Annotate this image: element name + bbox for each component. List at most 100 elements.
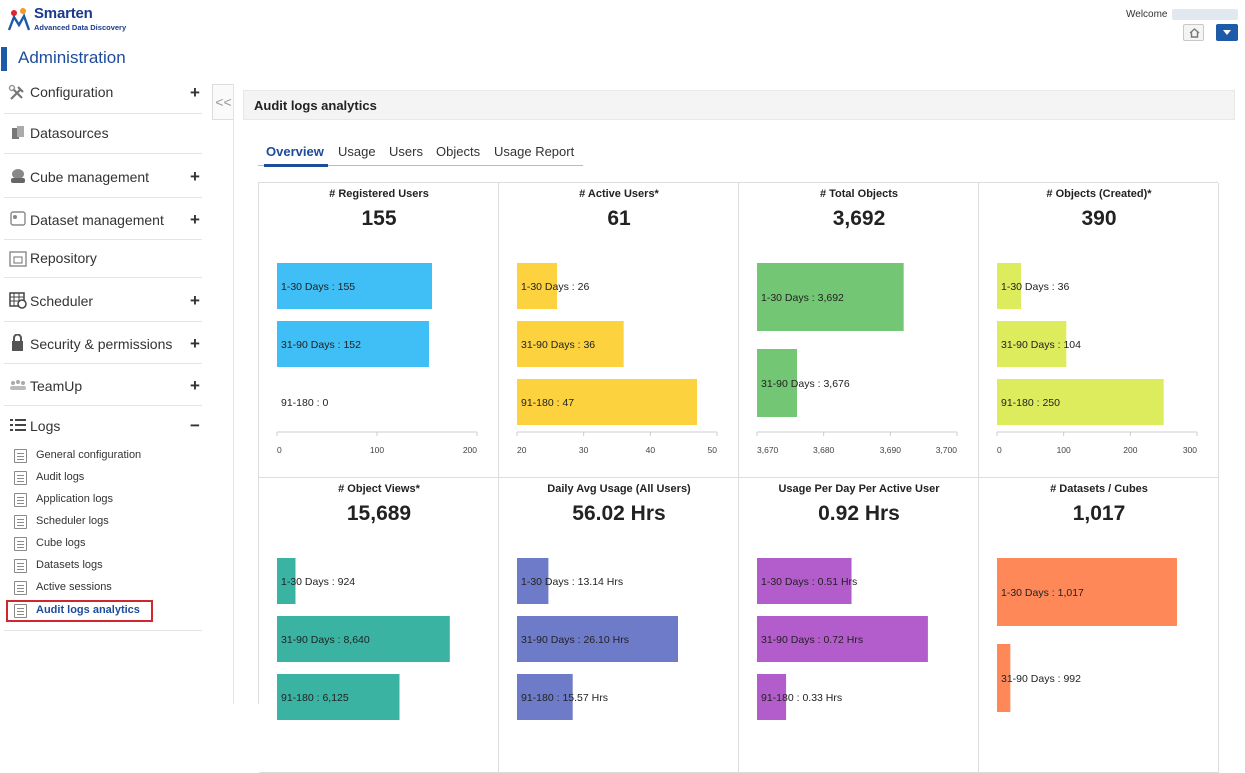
kpi-bar-chart: 1-30 Days : 36 31-90 Days : 104 91-180 : 2… [996, 263, 1198, 455]
collapse-icon[interactable]: − [190, 416, 200, 436]
home-button[interactable] [1183, 24, 1204, 41]
admin-accent-bar [1, 47, 7, 71]
log-item-cube-logs[interactable]: Cube logs [10, 534, 200, 554]
log-item-label: Scheduler logs [36, 515, 109, 527]
sidebar-item-datasources[interactable]: Datasources [4, 114, 202, 154]
page-title: Administration [18, 48, 126, 67]
sidebar-item-dataset-management[interactable]: Dataset management + [4, 198, 202, 240]
welcome-text: Welcome [1126, 9, 1168, 20]
tab-usage-report[interactable]: Usage Report [494, 144, 574, 159]
tab-overview[interactable]: Overview [264, 144, 328, 167]
sidebar-item-security-permissions[interactable]: Security & permissions + [4, 322, 202, 364]
dropdown-icon [1223, 30, 1231, 35]
sidebar-item-label: TeamUp [30, 378, 83, 394]
tools-icon [8, 84, 24, 100]
tab-users[interactable]: Users [389, 144, 423, 159]
document-icon [14, 537, 27, 551]
kpi-bar-chart: 1-30 Days : 13.14 Hrs 31-90 Days : 26.10 … [517, 558, 678, 720]
dataset-icon [10, 211, 26, 226]
kpi-bar-chart: 1-30 Days : 0.51 Hrs 31-90 Days : 0.72 Hr… [757, 558, 928, 720]
expand-icon[interactable]: + [190, 376, 200, 396]
sidebar-divider [4, 630, 202, 631]
home-icon [1189, 28, 1200, 38]
bar-label: 91-180 : 0 [281, 397, 328, 409]
list-icon [10, 419, 26, 431]
expand-icon[interactable]: + [190, 83, 200, 103]
sidebar-item-scheduler[interactable]: Scheduler + [4, 278, 202, 322]
kpi-card: # Total Objects 3,692 1-30 Days : 3,692 31-… [739, 183, 979, 478]
logo-icon [7, 8, 31, 31]
kpi-card: Daily Avg Usage (All Users) 56.02 Hrs 1-30… [499, 478, 739, 773]
document-icon [14, 559, 27, 573]
tick-label: 100 [370, 445, 384, 455]
sidebar-item-label: Security & permissions [30, 336, 173, 352]
log-item-label: Application logs [36, 493, 114, 505]
top-bar: Smarten Advanced Data Discovery Welcome [0, 0, 1245, 42]
bar-label: 1-30 Days : 3,692 [761, 292, 844, 304]
log-item-audit-logs-analytics[interactable]: Audit logs analytics [6, 600, 153, 622]
log-item-application-logs[interactable]: Application logs [10, 490, 200, 510]
document-icon [14, 604, 27, 618]
lock-icon [12, 334, 23, 351]
bar-label: 1-30 Days : 924 [281, 576, 355, 588]
bar-label: 31-90 Days : 104 [1001, 339, 1081, 351]
log-item-label: Audit logs analytics [36, 604, 140, 616]
sidebar-item-repository[interactable]: Repository [4, 240, 202, 278]
tab-bar: Overview Usage Users Objects Usage Repor… [258, 142, 583, 167]
sidebar-item-label: Cube management [30, 169, 150, 185]
tick-label: 100 [1057, 445, 1071, 455]
tick-label: 30 [579, 445, 589, 455]
team-icon [10, 380, 26, 390]
tab-usage[interactable]: Usage [338, 144, 376, 159]
sidebar-item-teamup[interactable]: TeamUp + [4, 364, 202, 406]
sidebar-item-label: Configuration [30, 84, 114, 100]
kpi-card: # Object Views* 15,689 1-30 Days : 924 31-9… [259, 478, 499, 773]
tick-label: 300 [1183, 445, 1197, 455]
admin-header: Administration [0, 46, 1245, 72]
tab-objects[interactable]: Objects [436, 144, 480, 159]
sidebar-item-logs[interactable]: Logs − [4, 406, 202, 442]
tick-label: 0 [997, 445, 1002, 455]
document-icon [14, 449, 27, 463]
cube-icon [11, 169, 25, 183]
sidebar-item-label: Datasources [30, 125, 109, 141]
kpi-grid: # Registered Users 155 1-30 Days : 155 31-9… [258, 182, 1219, 773]
expand-icon[interactable]: + [190, 167, 200, 187]
calendar-icon [9, 292, 27, 309]
sidebar-item-cube-management[interactable]: Cube management + [4, 154, 202, 198]
tick-label: 0 [277, 445, 282, 455]
log-item-scheduler-logs[interactable]: Scheduler logs [10, 512, 200, 532]
bar-label: 31-90 Days : 36 [521, 339, 595, 351]
user-menu-button[interactable] [1216, 24, 1238, 41]
expand-icon[interactable]: + [190, 210, 200, 230]
bar-label: 91-180 : 0.33 Hrs [761, 692, 842, 704]
log-item-general-configuration[interactable]: General configuration [10, 446, 200, 466]
document-icon [14, 471, 27, 485]
log-item-active-sessions[interactable]: Active sessions [10, 578, 200, 598]
kpi-card: # Datasets / Cubes 1,017 1-30 Days : 1,017… [979, 478, 1219, 773]
log-item-audit-logs[interactable]: Audit logs [10, 468, 200, 488]
user-name-blurred [1172, 9, 1238, 20]
bar-label: 31-90 Days : 0.72 Hrs [761, 634, 863, 646]
expand-icon[interactable]: + [190, 291, 200, 311]
sidebar-item-label: Scheduler [30, 293, 94, 309]
bar-label: 91-180 : 250 [1001, 397, 1060, 409]
document-icon [14, 515, 27, 529]
kpi-bar-chart: 1-30 Days : 3,692 31-90 Days : 3,676 3,670… [756, 263, 958, 455]
smarten-logo[interactable]: Smarten Advanced Data Discovery [6, 4, 146, 34]
kpi-bar-chart: 1-30 Days : 26 31-90 Days : 36 91-180 : 47… [516, 263, 718, 455]
expand-icon[interactable]: + [190, 334, 200, 354]
bar-label: 1-30 Days : 155 [281, 281, 355, 293]
sidebar-item-configuration[interactable]: Configuration + [4, 74, 202, 114]
panel-header: Audit logs analytics [243, 90, 1235, 120]
brand-tagline: Advanced Data Discovery [34, 23, 127, 32]
log-item-datasets-logs[interactable]: Datasets logs [10, 556, 200, 576]
bar-label: 91-180 : 15.57 Hrs [521, 692, 608, 704]
collapse-sidebar-button[interactable]: << [212, 84, 234, 120]
bar-label: 91-180 : 47 [521, 397, 574, 409]
sidebar-item-label: Dataset management [30, 212, 164, 228]
bar-label: 31-90 Days : 26.10 Hrs [521, 634, 629, 646]
panel-title: Audit logs analytics [254, 98, 377, 113]
bar-label: 91-180 : 6,125 [281, 692, 349, 704]
bar-label: 1-30 Days : 1,017 [1001, 587, 1084, 599]
